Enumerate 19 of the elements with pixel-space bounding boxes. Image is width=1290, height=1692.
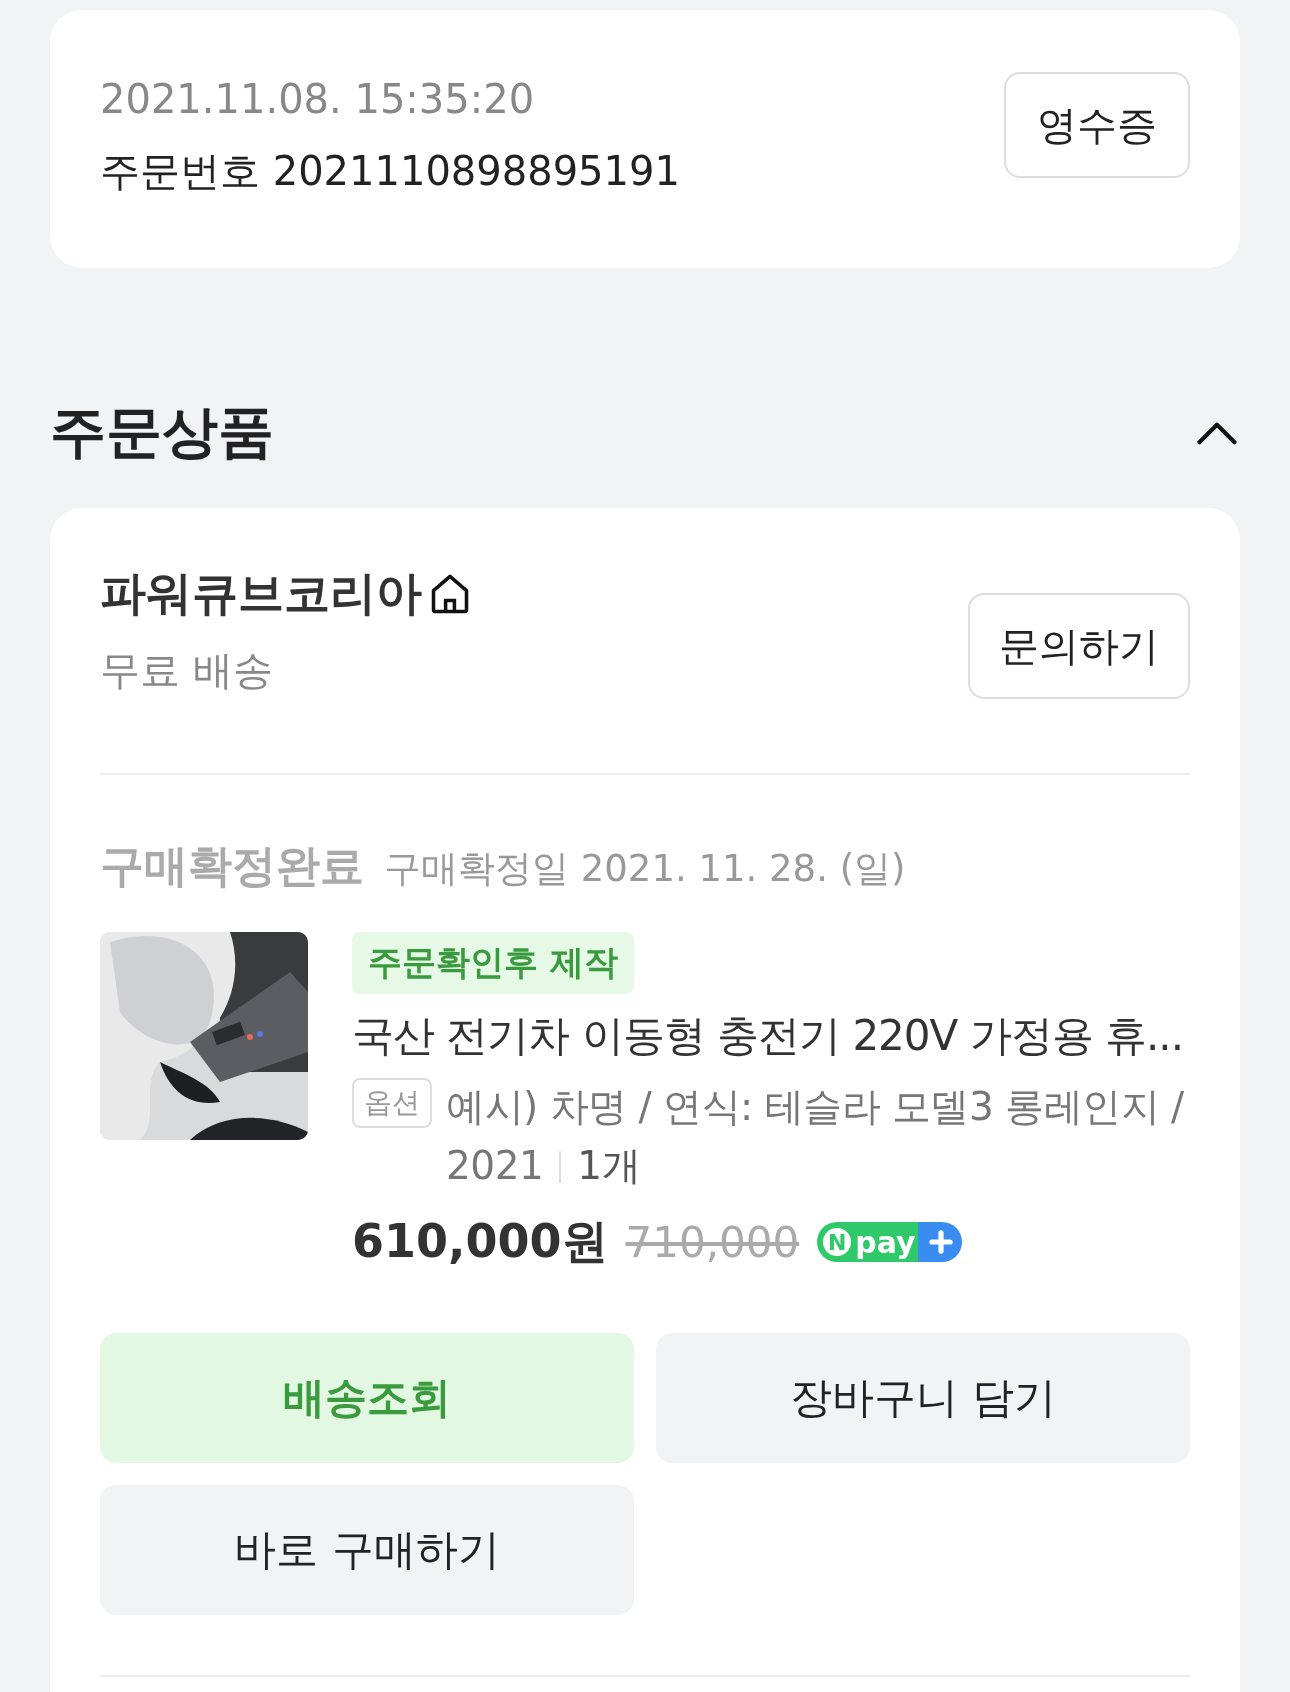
order-status: 구매확정완료 <box>100 839 364 893</box>
npay-badge: N pay <box>817 1222 962 1262</box>
price: 610,000원 <box>352 1213 608 1270</box>
inquiry-button[interactable]: 문의하기 <box>968 593 1190 699</box>
section-title: 주문상품 <box>50 398 274 466</box>
seller-name[interactable]: 파워큐브코리아 <box>100 563 422 625</box>
chevron-icon[interactable] <box>1196 421 1238 445</box>
order-number: 주문번호 2021110898895191 <box>100 147 680 196</box>
product-title[interactable]: 국산 전기차 이동형 충전기 220V 가정용 휴... <box>352 1008 1190 1064</box>
option-text: 예시) 차명 / 연식: 테슬라 모델3 롱레인지 / 2021 1개 <box>446 1083 1185 1190</box>
receipt-button[interactable]: 영수증 <box>1004 72 1190 178</box>
action-button[interactable]: 바로 구매하기 <box>100 1485 634 1615</box>
action-button[interactable]: 장바구니 담기 <box>656 1333 1190 1463</box>
option-badge: 옵션 <box>352 1078 432 1128</box>
shipping-info: 무료 배송 <box>100 646 274 695</box>
made-to-order-tag: 주문확인후 제작 <box>352 932 634 994</box>
confirm-date: 구매확정일 2021. 11. 28. (일) <box>384 846 906 892</box>
order-date: 2021.11.08. 15:35:20 <box>100 76 536 122</box>
original-price: 710,000 <box>625 1217 800 1267</box>
